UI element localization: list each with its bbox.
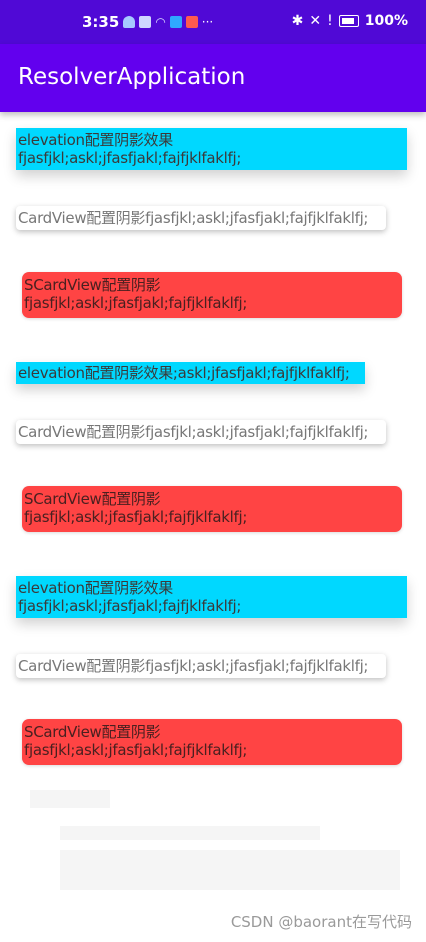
elevation-view: elevation配置阴影效果;askl;jfasfjakl;fajfjklfa… — [16, 362, 365, 384]
cardview-text: CardView配置阴影fjasfjkl;askl;jfasfjakl;fajf… — [18, 657, 369, 675]
scardview: SCardView配置阴影 fjasfjkl;askl;jfasfjakl;fa… — [22, 486, 402, 532]
notification-person-icon — [123, 16, 136, 28]
status-left: 3:35 ◠ ··· — [82, 13, 213, 31]
status-right: ✱ ✕ ! 100% — [292, 13, 408, 29]
scardview-text-line: SCardView配置阴影 — [24, 490, 161, 508]
elevation-text-line: elevation配置阴影效果 — [18, 579, 173, 597]
background-shading — [60, 850, 400, 890]
scardview-text-line: fjasfjkl;askl;jfasfjakl;fajfjklfaklfj; — [24, 508, 248, 526]
cardview: CardView配置阴影fjasfjkl;askl;jfasfjakl;fajf… — [16, 206, 386, 230]
notification-app-red-icon — [185, 16, 198, 28]
elevation-text-line: fjasfjkl;askl;jfasfjakl;fajfjklfaklfj; — [18, 149, 242, 167]
bluetooth-icon: ✱ — [291, 13, 304, 29]
status-time: 3:35 — [82, 13, 120, 31]
elevation-view: elevation配置阴影效果 fjasfjkl;askl;jfasfjakl;… — [16, 128, 407, 170]
elevation-text-line: elevation配置阴影效果 — [18, 131, 173, 149]
cardview-text: CardView配置阴影fjasfjkl;askl;jfasfjakl;fajf… — [18, 423, 369, 441]
elevation-text-line: fjasfjkl;askl;jfasfjakl;fajfjklfaklfj; — [18, 597, 242, 615]
mute-icon: ✕ — [309, 13, 322, 29]
background-shading — [30, 790, 110, 808]
scardview-text-line: SCardView配置阴影 — [24, 276, 161, 294]
more-notifications-icon: ··· — [201, 15, 214, 29]
app-bar: ResolverApplication — [0, 44, 426, 112]
wifi-icon: ◠ — [155, 15, 166, 29]
scardview: SCardView配置阴影 fjasfjkl;askl;jfasfjakl;fa… — [22, 719, 402, 765]
cardview: CardView配置阴影fjasfjkl;askl;jfasfjakl;fajf… — [16, 654, 386, 678]
elevation-text-line: elevation配置阴影效果;askl;jfasfjakl;fajfjklfa… — [18, 364, 350, 382]
watermark: CSDN @baorant在写代码 — [230, 913, 412, 931]
cardview: CardView配置阴影fjasfjkl;askl;jfasfjakl;fajf… — [16, 420, 386, 444]
status-bar: 3:35 ◠ ··· ✱ ✕ ! 100% — [0, 0, 426, 44]
battery-icon — [338, 15, 359, 27]
scardview-text-line: SCardView配置阴影 — [24, 723, 161, 741]
app-title: ResolverApplication — [18, 64, 246, 90]
scardview-text-line: fjasfjkl;askl;jfasfjakl;fajfjklfaklfj; — [24, 741, 248, 759]
notification-image-icon — [139, 16, 152, 28]
elevation-view: elevation配置阴影效果 fjasfjkl;askl;jfasfjakl;… — [16, 576, 407, 618]
background-shading — [60, 826, 320, 840]
alert-icon: ! — [327, 13, 333, 29]
scardview: SCardView配置阴影 fjasfjkl;askl;jfasfjakl;fa… — [22, 272, 402, 318]
cardview-text: CardView配置阴影fjasfjkl;askl;jfasfjakl;fajf… — [18, 209, 369, 227]
notification-app-icon — [169, 16, 182, 28]
scardview-text-line: fjasfjkl;askl;jfasfjakl;fajfjklfaklfj; — [24, 294, 248, 312]
battery-percent: 100% — [364, 13, 408, 29]
